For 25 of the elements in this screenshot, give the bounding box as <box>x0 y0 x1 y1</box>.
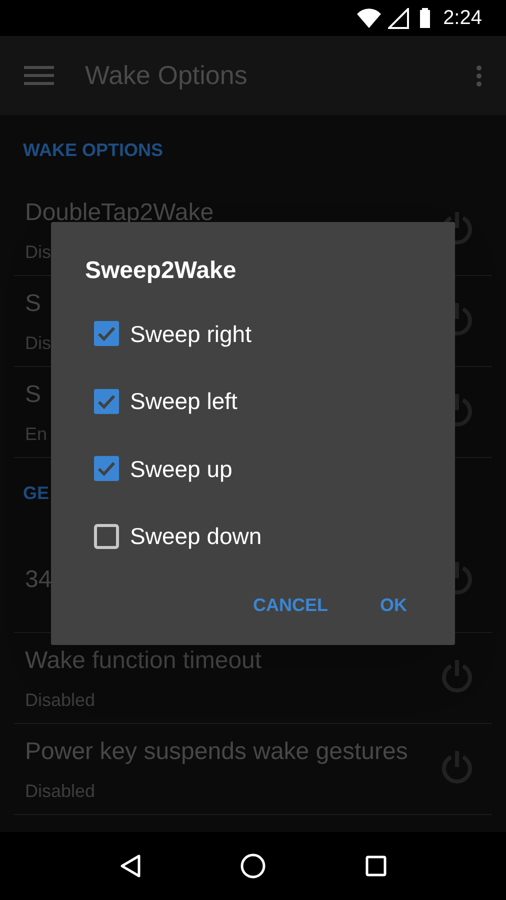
signal-icon <box>388 8 410 28</box>
checkbox-option[interactable]: Sweep right <box>94 300 262 368</box>
more-options-icon[interactable] <box>476 64 482 86</box>
checkbox-option[interactable]: Sweep down <box>94 502 262 570</box>
clock-time: 2:24 <box>443 6 482 31</box>
battery-icon <box>419 8 432 28</box>
home-icon[interactable] <box>240 853 266 879</box>
checkbox[interactable] <box>94 388 119 414</box>
checkbox-option[interactable]: Sweep up <box>94 435 262 502</box>
back-icon[interactable] <box>119 854 142 878</box>
checkbox[interactable] <box>94 321 119 346</box>
dialog-title: Sweep2Wake <box>85 256 236 286</box>
menu-icon[interactable] <box>24 66 54 85</box>
setting-title: Power key suspends wake gestures <box>25 736 408 766</box>
setting-title: DoubleTap2Wake <box>25 198 214 228</box>
checkbox[interactable] <box>94 524 119 549</box>
recent-apps-icon[interactable] <box>364 855 387 877</box>
checkbox-option[interactable]: Sweep left <box>94 368 262 435</box>
setting-title: S <box>25 288 42 318</box>
setting-title: 34 <box>25 565 52 595</box>
setting-title: S <box>25 380 42 410</box>
section-header: WAKE OPTIONS <box>23 138 164 162</box>
checkbox[interactable] <box>94 456 119 482</box>
wifi-icon <box>356 8 382 28</box>
section-header: GE <box>23 482 50 504</box>
